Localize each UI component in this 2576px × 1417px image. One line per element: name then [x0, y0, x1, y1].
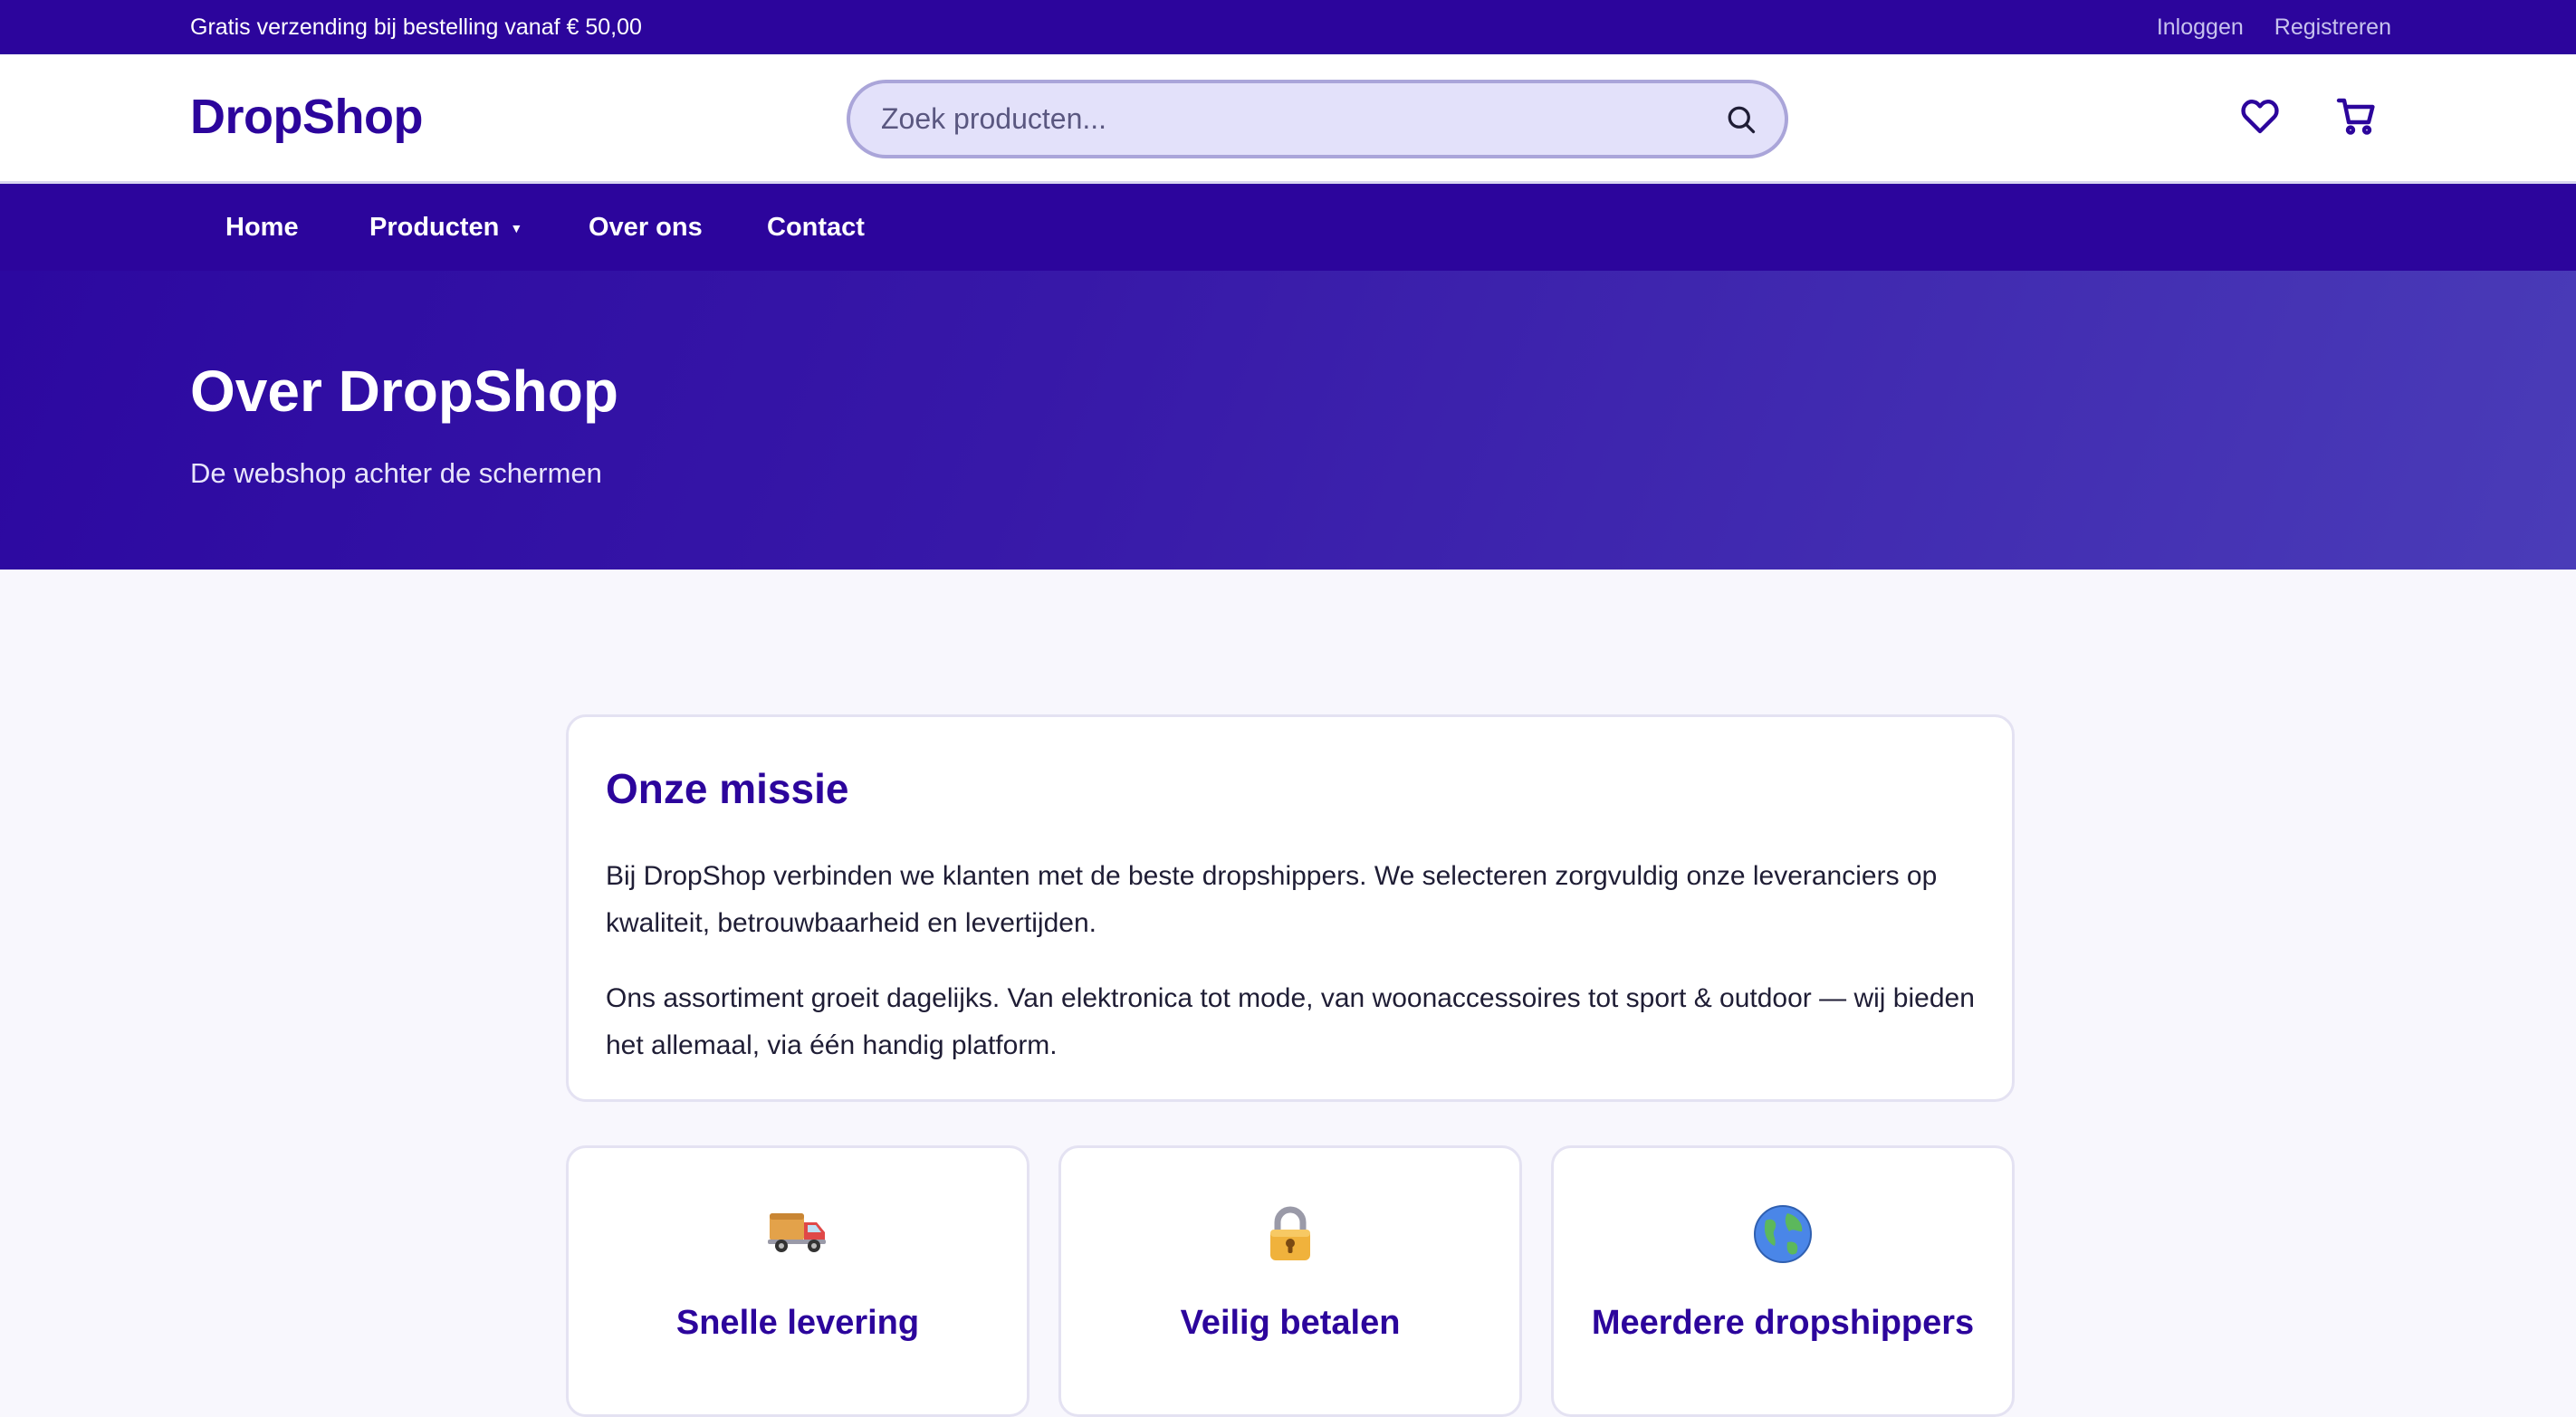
nav-item-home[interactable]: Home	[225, 184, 299, 271]
feature-title: Snelle levering	[675, 1304, 920, 1342]
login-link[interactable]: Inloggen	[2157, 0, 2244, 54]
logo[interactable]: DropShop	[190, 89, 423, 145]
nav-item-contact[interactable]: Contact	[767, 184, 865, 271]
page-title: Over DropShop	[190, 359, 618, 424]
search-input[interactable]: Zoek producten...	[881, 83, 1106, 155]
feature-title: Veilig betalen	[1180, 1304, 1401, 1342]
mission-paragraph: Ons assortiment groeit dagelijks. Van el…	[606, 983, 1975, 1060]
nav-item-label: Contact	[767, 213, 865, 242]
top-announcement-bar: Gratis verzending bij bestelling vanaf €…	[0, 0, 2576, 54]
feature-card-fast-delivery: Snelle levering	[566, 1145, 1029, 1417]
site-header: DropShop Zoek producten...	[0, 54, 2576, 184]
feature-card-secure-payment: Veilig betalen	[1058, 1145, 1522, 1417]
caret-down-icon: ▼	[510, 221, 523, 236]
nav-item-label: Over ons	[589, 213, 703, 242]
hero-banner: Over DropShop De webshop achter de scher…	[0, 271, 2576, 570]
truck-icon	[569, 1204, 1027, 1268]
nav-item-label: Home	[225, 213, 299, 242]
lock-icon	[1061, 1204, 1519, 1268]
mission-paragraph: Bij DropShop verbinden we klanten met de…	[606, 861, 1938, 938]
nav-item-over-ons[interactable]: Over ons	[589, 184, 703, 271]
feature-title: Meerdere dropshippers	[1591, 1304, 1975, 1342]
globe-icon	[1554, 1204, 2012, 1268]
page-subtitle: De webshop achter de schermen	[190, 457, 602, 489]
main-navigation: Home Producten ▼ Over ons Contact	[0, 184, 2576, 271]
nav-item-producten[interactable]: Producten ▼	[369, 184, 522, 272]
mission-title: Onze missie	[606, 765, 849, 812]
nav-item-label: Producten	[369, 213, 500, 242]
search-bar[interactable]: Zoek producten...	[847, 80, 1788, 158]
mission-card: Onze missie Bij DropShop verbinden we kl…	[566, 714, 2015, 1102]
account-links: Inloggen Registreren	[2157, 0, 2391, 54]
cart-icon[interactable]	[2334, 94, 2378, 138]
register-link[interactable]: Registreren	[2274, 0, 2391, 54]
feature-card-dropshippers: Meerdere dropshippers	[1551, 1145, 2015, 1417]
search-icon[interactable]	[1725, 103, 1757, 136]
shipping-promo-text: Gratis verzending bij bestelling vanaf €…	[190, 14, 642, 40]
heart-icon[interactable]	[2238, 94, 2282, 138]
